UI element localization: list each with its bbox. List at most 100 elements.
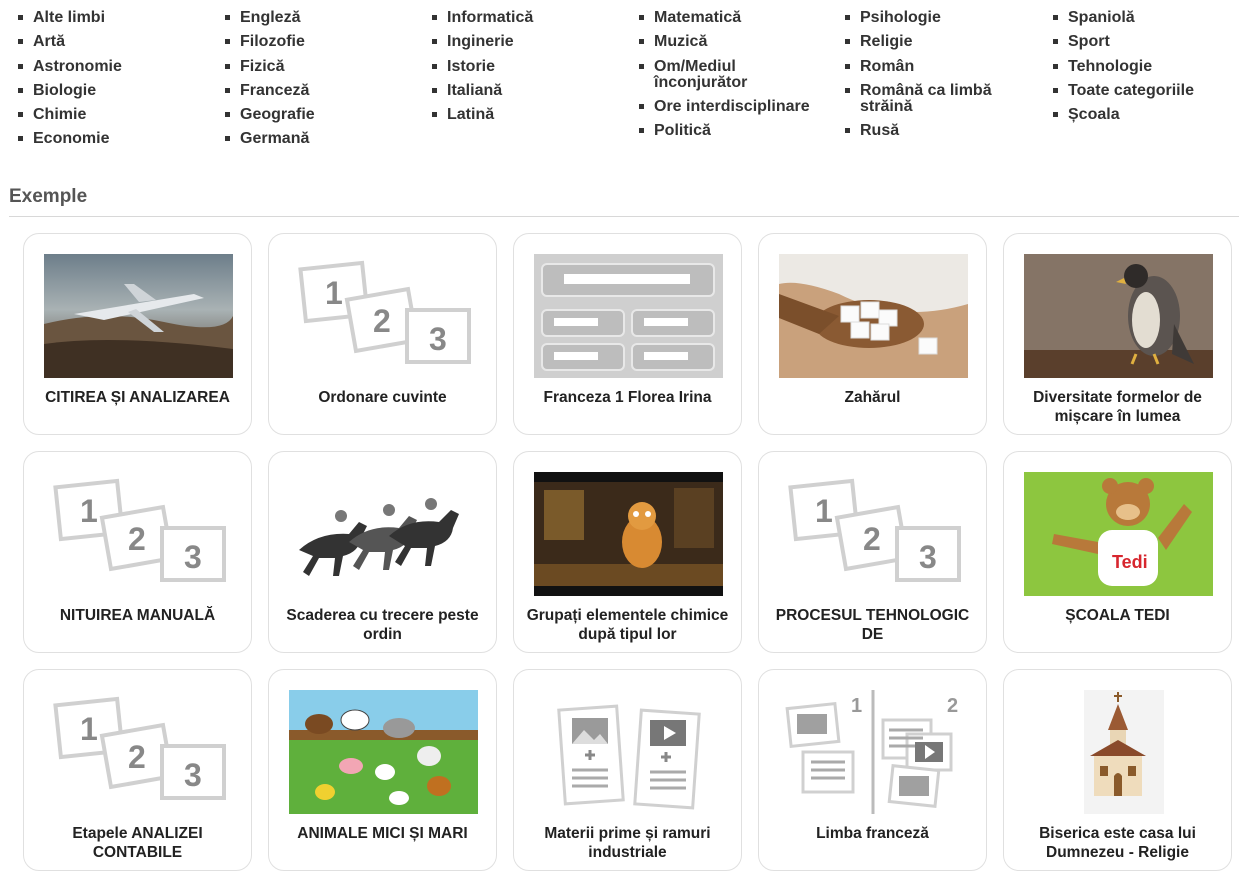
airplane-photo (44, 254, 233, 378)
media-cards-icon (534, 690, 723, 814)
example-card-title: Etapele ANALIZEI CONTABILE (72, 825, 203, 861)
svg-text:2: 2 (863, 521, 881, 557)
example-card[interactable]: 1 2 3 Ordonare cuvinte (268, 233, 497, 435)
category-link[interactable]: Economie (33, 130, 109, 147)
category-link[interactable]: Franceză (240, 82, 309, 99)
svg-text:3: 3 (184, 757, 202, 793)
category-link[interactable]: Român (860, 58, 914, 75)
category-item: Română ca limbă străină (836, 82, 1026, 115)
category-item: Om/Mediul înconjurător (630, 58, 830, 91)
category-item: Spaniolă (1044, 10, 1239, 26)
category-link[interactable]: Filozofie (240, 33, 305, 50)
example-card[interactable]: 1 2 3 NITUIREA MANUALĂ (23, 451, 252, 653)
category-item: Chimie (9, 107, 209, 123)
category-item: Biologie (9, 82, 209, 99)
example-card[interactable]: Zahărul (758, 233, 987, 435)
category-item: Latină (423, 107, 623, 123)
category-link[interactable]: Chimie (33, 106, 86, 123)
svg-text:3: 3 (184, 539, 202, 575)
example-card[interactable]: Materii prime și ramuri industriale (513, 669, 742, 871)
example-card-title: ANIMALE MICI ȘI MARI (297, 825, 468, 842)
category-link[interactable]: Engleză (240, 9, 300, 26)
bear-mascot-photo: Tedi (1024, 472, 1213, 596)
category-link[interactable]: Istorie (447, 58, 495, 75)
category-link[interactable]: Religie (860, 33, 912, 50)
example-card[interactable]: 1 2 3 PROCESUL TEHNOLOGIC DE (758, 451, 987, 653)
category-item: Școala (1044, 107, 1239, 123)
category-item: Geografie (216, 107, 416, 123)
category-link[interactable]: Sport (1068, 33, 1110, 50)
category-link[interactable]: Muzică (654, 33, 707, 50)
example-card-title: Franceza 1 Florea Irina (543, 389, 712, 406)
example-card-title: Limba franceză (816, 825, 929, 842)
example-card[interactable]: 1 2 3 Etapele ANALIZEI CONTABILE (23, 669, 252, 871)
svg-text:1: 1 (80, 711, 98, 747)
numbered-cards-icon: 1 2 3 (779, 472, 968, 596)
category-link[interactable]: Om/Mediul înconjurător (654, 58, 747, 91)
category-link[interactable]: Astronomie (33, 58, 122, 75)
church-icon (1024, 690, 1213, 814)
svg-text:1: 1 (851, 695, 862, 717)
category-item: Religie (836, 34, 1026, 50)
category-link[interactable]: Informatică (447, 9, 533, 26)
category-item: Franceză (216, 82, 416, 99)
category-link[interactable]: Spaniolă (1068, 9, 1135, 26)
svg-text:2: 2 (373, 303, 391, 339)
svg-text:3: 3 (919, 539, 937, 575)
category-column-4: Matematică Muzică Om/Mediul înconjurător Or… (630, 10, 830, 147)
category-link[interactable]: Toate categoriile (1068, 82, 1194, 99)
category-link[interactable]: Psihologie (860, 9, 941, 26)
category-list: Alte limbi Artă Astronomie Biologie Chimie Ec… (0, 0, 1239, 170)
category-item: Engleză (216, 10, 416, 26)
category-item: Tehnologie (1044, 58, 1239, 75)
example-card-title: Biserica este casa lui Dumnezeu - Religi… (1039, 825, 1196, 861)
category-item: Filozofie (216, 34, 416, 50)
category-item: Informatică (423, 10, 623, 26)
example-card[interactable]: Diversitate formelor de mișcare în lumea (1003, 233, 1232, 435)
category-link[interactable]: Politică (654, 122, 711, 139)
example-card[interactable]: Franceza 1 Florea Irina (513, 233, 742, 435)
farm-animals-drawing (289, 690, 478, 814)
svg-text:2: 2 (128, 521, 146, 557)
example-card[interactable]: ANIMALE MICI ȘI MARI (268, 669, 497, 871)
example-card-title: CITIREA ȘI ANALIZAREA (45, 389, 230, 406)
category-link[interactable]: Fizică (240, 58, 284, 75)
example-card[interactable]: Biserica este casa lui Dumnezeu - Religi… (1003, 669, 1232, 871)
example-card[interactable]: CITIREA ȘI ANALIZAREA (23, 233, 252, 435)
category-item: Istorie (423, 58, 623, 75)
category-link[interactable]: Geografie (240, 106, 315, 123)
category-link[interactable]: Alte limbi (33, 9, 105, 26)
category-link[interactable]: Inginerie (447, 33, 514, 50)
category-item: Fizică (216, 58, 416, 75)
category-item: Artă (9, 34, 209, 50)
category-link[interactable]: Biologie (33, 82, 96, 99)
category-link[interactable]: Matematică (654, 9, 741, 26)
category-link[interactable]: Latină (447, 106, 494, 123)
svg-text:1: 1 (325, 275, 343, 311)
category-link[interactable]: Română ca limbă străină (860, 82, 992, 115)
svg-text:1: 1 (80, 493, 98, 529)
example-card[interactable]: 1 2 Limba franceză (758, 669, 987, 871)
category-link[interactable]: Rusă (860, 122, 899, 139)
category-link[interactable]: Germană (240, 130, 309, 147)
category-link[interactable]: Tehnologie (1068, 58, 1152, 75)
falcon-photo (1024, 254, 1213, 378)
svg-text:1: 1 (815, 493, 833, 529)
svg-text:3: 3 (429, 321, 447, 357)
category-link[interactable]: Școala (1068, 106, 1120, 123)
category-item: Italiană (423, 82, 623, 99)
section-title: Exemple (9, 186, 88, 207)
category-item: Sport (1044, 34, 1239, 50)
category-item: Român (836, 58, 1026, 75)
category-column-3: Informatică Inginerie Istorie Italiană Latin… (423, 10, 623, 131)
horse-race-drawing (289, 472, 478, 596)
category-link[interactable]: Ore interdisciplinare (654, 98, 810, 115)
example-card-title: PROCESUL TEHNOLOGIC DE (775, 607, 970, 643)
example-card[interactable]: Tedi ȘCOALA TEDI (1003, 451, 1232, 653)
category-link[interactable]: Italiană (447, 82, 502, 99)
svg-text:2: 2 (947, 695, 958, 717)
example-card[interactable]: Grupați elementele chimice după tipul lo… (513, 451, 742, 653)
example-card-title: Zahărul (844, 389, 901, 406)
category-link[interactable]: Artă (33, 33, 65, 50)
example-card[interactable]: Scaderea cu trecere peste ordin (268, 451, 497, 653)
